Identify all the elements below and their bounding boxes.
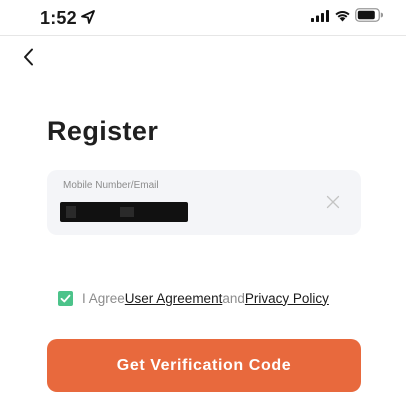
agree-checkbox[interactable] bbox=[58, 290, 73, 306]
page-title: Register bbox=[47, 116, 159, 146]
chevron-left-icon bbox=[24, 48, 33, 66]
status-divider bbox=[0, 35, 406, 36]
status-time: 1:52 bbox=[40, 8, 77, 28]
clear-input-button[interactable] bbox=[323, 192, 343, 212]
status-bar: 1:52 bbox=[0, 0, 406, 36]
wifi-icon bbox=[335, 11, 350, 22]
location-arrow-icon bbox=[81, 10, 95, 24]
close-icon bbox=[326, 195, 340, 209]
checkmark-icon bbox=[60, 294, 71, 302]
privacy-policy-link[interactable]: Privacy Policy bbox=[245, 291, 329, 306]
agreement-connector: and bbox=[222, 290, 245, 306]
get-verification-code-button[interactable]: Get Verification Code bbox=[47, 339, 361, 392]
agreement-row: I Agree User Agreement and Privacy Polic… bbox=[58, 289, 329, 307]
cellular-signal-icon bbox=[311, 10, 329, 22]
battery-icon bbox=[355, 8, 383, 22]
field-label: Mobile Number/Email bbox=[63, 180, 159, 191]
back-button[interactable] bbox=[16, 42, 46, 72]
redacted-value bbox=[60, 202, 188, 222]
user-agreement-link[interactable]: User Agreement bbox=[125, 291, 223, 306]
agree-prefix: I Agree bbox=[82, 290, 125, 306]
mobile-email-field[interactable]: Mobile Number/Email bbox=[47, 170, 361, 235]
